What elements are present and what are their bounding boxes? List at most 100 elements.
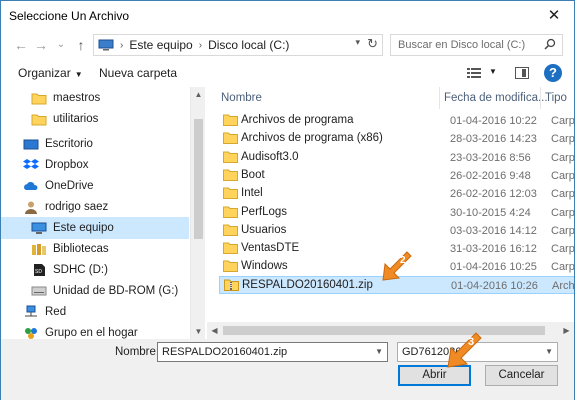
address-bar[interactable]: › Este equipo › Disco local (C:) ▾ ↻ bbox=[93, 34, 383, 56]
file-type: Archi bbox=[552, 280, 574, 292]
sidebar-item-label: Dropbox bbox=[45, 159, 89, 171]
folder-icon bbox=[223, 206, 238, 218]
file-date: 28-03-2016 14:23 bbox=[450, 133, 537, 145]
file-date: 01-04-2016 10:26 bbox=[451, 280, 538, 292]
sidebar-item-rodrigo-saez[interactable]: rodrigo saez bbox=[1, 196, 189, 218]
file-date: 30-10-2015 4:24 bbox=[450, 207, 531, 219]
sidebar-scrollbar[interactable]: ▲ ▼ bbox=[190, 87, 205, 339]
sidebar-item-label: Red bbox=[45, 306, 67, 318]
file-type: Carpe bbox=[551, 225, 574, 237]
chevron-down-icon[interactable]: ▼ bbox=[375, 347, 383, 356]
scroll-up-icon[interactable]: ▲ bbox=[191, 87, 206, 102]
chevron-down-icon[interactable]: ▼ bbox=[489, 67, 497, 76]
sidebar-item-dropbox[interactable]: Dropbox bbox=[1, 154, 189, 176]
sidebar-item-bd-rom[interactable]: Unidad de BD-ROM (G:) bbox=[1, 280, 189, 302]
column-divider[interactable] bbox=[439, 87, 440, 109]
file-type: Carpe bbox=[551, 243, 574, 255]
new-folder-button[interactable]: Nueva carpeta bbox=[99, 66, 177, 80]
column-header-name[interactable]: Nombre bbox=[221, 87, 262, 109]
file-name: Boot bbox=[241, 169, 265, 181]
file-type: Carpe bbox=[551, 261, 574, 273]
file-type: Carpe bbox=[551, 115, 574, 127]
search-input[interactable]: Buscar en Disco local (C:) bbox=[390, 34, 563, 56]
chevron-down-icon[interactable]: ▾ bbox=[355, 37, 360, 48]
scroll-left-icon[interactable]: ◀ bbox=[207, 322, 222, 339]
scrollbar-thumb[interactable] bbox=[223, 326, 545, 335]
homegroup-icon bbox=[23, 326, 39, 339]
file-type: Carpe bbox=[551, 207, 574, 219]
file-row[interactable]: Archivos de programa 01-04-2016 10:22 Ca… bbox=[219, 112, 574, 130]
title-bar: Seleccione Un Archivo ✕ bbox=[1, 1, 574, 31]
file-name-label: Nombre: bbox=[115, 346, 160, 358]
file-name: RESPALDO20160401.zip bbox=[242, 279, 373, 291]
sidebar-item-label: Escritorio bbox=[45, 138, 93, 150]
column-divider[interactable] bbox=[540, 87, 541, 109]
sidebar-item-onedrive[interactable]: OneDrive bbox=[1, 175, 189, 197]
scrollbar-thumb[interactable] bbox=[194, 119, 203, 239]
sidebar-item-grupo-hogar[interactable]: Grupo en el hogar bbox=[1, 322, 189, 339]
folder-icon bbox=[31, 112, 47, 126]
sidebar-item-bibliotecas[interactable]: Bibliotecas bbox=[1, 238, 189, 260]
file-open-dialog: Seleccione Un Archivo ✕ ← → ⌄ ↑ › Este e… bbox=[0, 0, 575, 400]
breadcrumb-este-equipo[interactable]: Este equipo bbox=[129, 38, 192, 52]
scroll-down-icon[interactable]: ▼ bbox=[191, 324, 206, 339]
user-icon bbox=[23, 200, 39, 214]
column-header-type[interactable]: Tipo bbox=[545, 87, 567, 109]
sidebar-item-maestros[interactable]: maestros bbox=[1, 87, 189, 109]
sidebar-item-label: maestros bbox=[53, 92, 101, 104]
file-row[interactable]: Audisoft3.0 23-03-2016 8:56 Carpe bbox=[219, 149, 574, 167]
organize-label: Organizar bbox=[18, 66, 71, 80]
recent-locations-icon[interactable]: ⌄ bbox=[53, 37, 69, 53]
sidebar-item-escritorio[interactable]: Escritorio bbox=[1, 133, 189, 155]
file-name-input[interactable]: RESPALDO20160401.zip ▼ bbox=[157, 342, 388, 362]
folder-icon bbox=[223, 224, 238, 236]
sidebar-item-label: SDHC (D:) bbox=[53, 264, 108, 276]
chevron-down-icon: ▼ bbox=[74, 70, 83, 79]
sidebar-item-sdhc[interactable]: SD SDHC (D:) bbox=[1, 259, 189, 281]
sidebar-item-label: Bibliotecas bbox=[53, 243, 109, 255]
sidebar-item-label: Unidad de BD-ROM (G:) bbox=[53, 285, 179, 297]
forward-arrow-icon[interactable]: → bbox=[33, 37, 49, 53]
network-icon bbox=[23, 305, 39, 319]
onedrive-icon bbox=[23, 179, 39, 193]
folder-icon bbox=[223, 187, 238, 199]
file-date: 26-02-2016 12:03 bbox=[450, 188, 537, 200]
organize-menu[interactable]: Organizar ▼ bbox=[18, 66, 83, 80]
dropbox-icon bbox=[23, 158, 39, 172]
sidebar-item-red[interactable]: Red bbox=[1, 301, 189, 323]
folder-icon bbox=[31, 91, 47, 105]
sidebar-item-label: utilitarios bbox=[53, 113, 99, 125]
refresh-icon[interactable]: ↻ bbox=[367, 36, 378, 52]
scroll-right-icon[interactable]: ▶ bbox=[559, 322, 574, 339]
chevron-down-icon[interactable]: ▼ bbox=[545, 347, 553, 356]
horizontal-scrollbar[interactable]: ◀ ▶ bbox=[207, 322, 574, 339]
annotation-step-number: 2 bbox=[400, 255, 406, 266]
file-name: VentasDTE bbox=[241, 242, 300, 254]
search-placeholder: Buscar en Disco local (C:) bbox=[398, 39, 526, 51]
file-row[interactable]: Archivos de programa (x86) 28-03-2016 14… bbox=[219, 130, 574, 148]
back-arrow-icon[interactable]: ← bbox=[13, 37, 29, 53]
file-row[interactable]: Usuarios 03-03-2016 14:12 Carpe bbox=[219, 222, 574, 240]
optical-drive-icon bbox=[31, 284, 47, 298]
close-icon[interactable]: ✕ bbox=[540, 3, 568, 27]
folder-icon bbox=[223, 151, 238, 163]
up-arrow-icon[interactable]: ↑ bbox=[73, 37, 89, 53]
cancel-button[interactable]: Cancelar bbox=[485, 365, 558, 386]
libraries-icon bbox=[31, 242, 47, 256]
help-icon[interactable]: ? bbox=[544, 64, 562, 82]
column-header-date[interactable]: Fecha de modifica... bbox=[444, 87, 548, 109]
file-row[interactable]: PerfLogs 30-10-2015 4:24 Carpe bbox=[219, 204, 574, 222]
annotation-arrow-icon bbox=[447, 332, 482, 368]
preview-pane-icon[interactable] bbox=[515, 67, 529, 79]
search-icon bbox=[544, 38, 556, 53]
sidebar-item-este-equipo[interactable]: Este equipo bbox=[1, 217, 189, 239]
window-title: Seleccione Un Archivo bbox=[9, 9, 130, 23]
breadcrumb-disco-local[interactable]: Disco local (C:) bbox=[208, 38, 289, 52]
file-type: Carpe bbox=[551, 133, 574, 145]
sidebar-item-utilitarios[interactable]: utilitarios bbox=[1, 108, 189, 130]
file-row[interactable]: Intel 26-02-2016 12:03 Carpe bbox=[219, 185, 574, 203]
view-options-icon[interactable] bbox=[467, 67, 481, 79]
folder-icon bbox=[223, 260, 238, 272]
file-date: 26-02-2016 9:48 bbox=[450, 170, 531, 182]
file-row[interactable]: Boot 26-02-2016 9:48 Carpe bbox=[219, 167, 574, 185]
